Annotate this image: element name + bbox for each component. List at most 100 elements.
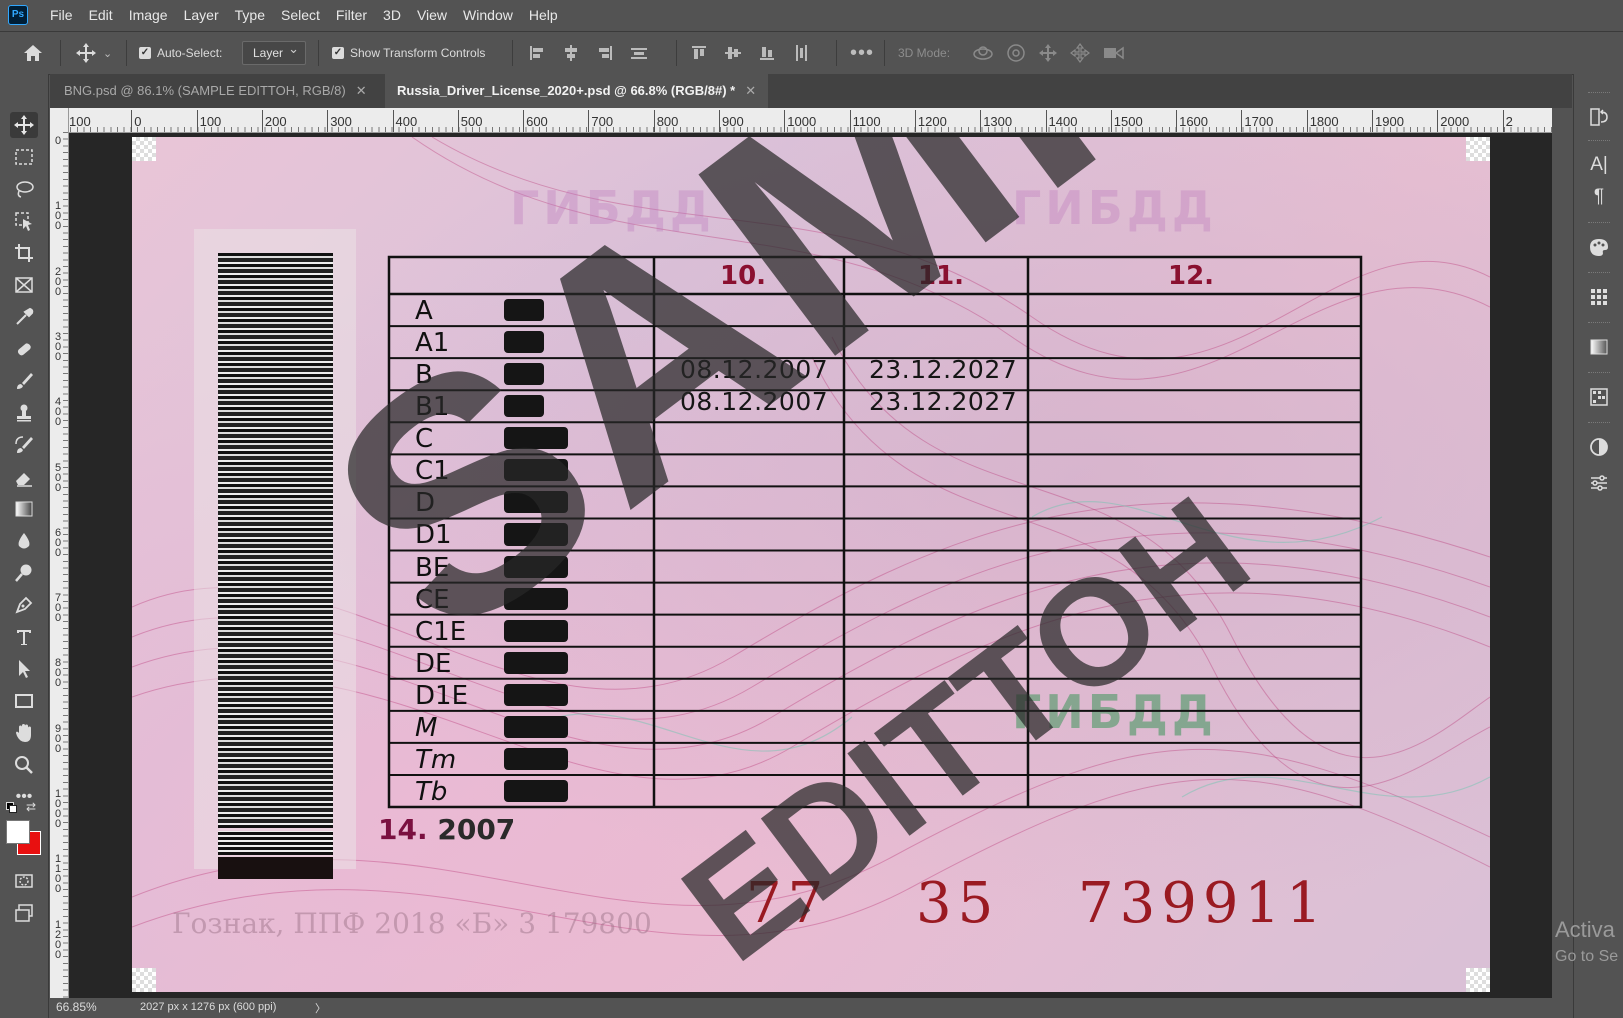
menu-select[interactable]: Select [273, 0, 328, 30]
ruler-label: 100 [199, 114, 222, 129]
menu-file[interactable]: File [42, 0, 81, 30]
close-icon[interactable]: ✕ [356, 83, 367, 98]
dodge-icon[interactable] [10, 560, 38, 586]
roll-3d-icon[interactable] [1006, 43, 1026, 63]
ruler-tick [849, 110, 851, 132]
layer-dropdown[interactable]: Layer [242, 38, 307, 65]
align-vertical-centers-icon[interactable] [724, 44, 742, 62]
quick-mask-icon[interactable] [10, 868, 38, 894]
menu-window[interactable]: Window [455, 0, 521, 30]
ruler-label: 1000 [787, 114, 817, 129]
distribute-vertical-icon[interactable] [630, 44, 648, 62]
foreground-color-swatch[interactable] [6, 820, 30, 844]
frame-icon[interactable] [10, 272, 38, 298]
move-tool-icon[interactable] [10, 112, 38, 138]
history-panel-icon[interactable] [1586, 104, 1612, 130]
eyedropper-icon[interactable] [10, 304, 38, 330]
home-icon[interactable] [22, 32, 44, 74]
screen-mode-icon[interactable] [10, 900, 38, 926]
crop-icon[interactable] [10, 240, 38, 266]
vehicle-pictogram-icon [504, 747, 568, 770]
adjustments-panel-icon[interactable] [1586, 434, 1612, 460]
gradient-icon[interactable] [10, 496, 38, 522]
menu-type[interactable]: Type [227, 0, 273, 30]
document-info: 2027 px x 1276 px (600 ppi) [140, 1001, 277, 1013]
healing-brush-icon[interactable] [10, 336, 38, 362]
clone-stamp-icon[interactable] [10, 400, 38, 426]
ruler-origin[interactable] [50, 108, 69, 133]
history-brush-icon[interactable] [10, 432, 38, 458]
ruler-tick [1241, 110, 1243, 132]
ruler-label: 800 [656, 114, 679, 129]
menu-filter[interactable]: Filter [328, 0, 375, 30]
eraser-icon[interactable] [10, 464, 38, 490]
zoom-icon[interactable] [10, 752, 38, 778]
align-right-edges-icon[interactable] [596, 44, 614, 62]
category-de: DE [415, 648, 452, 679]
menu-3d[interactable]: 3D [375, 0, 409, 30]
show-transform-label: Show Transform Controls [350, 46, 486, 60]
paragraph-panel-icon[interactable]: ¶ [1586, 184, 1612, 210]
zoom-level[interactable]: 66.85% [56, 1000, 97, 1014]
status-menu-arrow-icon[interactable]: 〉 [315, 1000, 326, 1016]
ruler-tick [784, 110, 786, 132]
hand-icon[interactable] [10, 720, 38, 746]
serial-number: 739911 [1078, 871, 1328, 936]
object-selection-icon[interactable] [10, 208, 38, 234]
align-top-edges-icon[interactable] [690, 44, 708, 62]
align-left-edges-icon[interactable] [528, 44, 546, 62]
more-options-icon[interactable]: ••• [850, 32, 874, 74]
field-14-value: 2007 [437, 813, 516, 846]
default-colors-icon[interactable] [6, 802, 17, 813]
pen-icon[interactable] [10, 592, 38, 618]
horizontal-ruler: 100 0 100 200 300 400 500 600 700 800 900 1000 1100 1… [50, 108, 1552, 133]
photoshop-logo: Ps [8, 5, 28, 25]
canvas-workarea[interactable]: ГИБДД ГИБДД ГИБДД 10. 11. 12. A A1 B B1 C C1 D… [69, 133, 1552, 998]
menu-help[interactable]: Help [521, 0, 566, 30]
brush-icon[interactable] [10, 368, 38, 394]
properties-panel-icon[interactable] [1586, 470, 1612, 496]
patterns-panel-icon[interactable] [1586, 384, 1612, 410]
lasso-icon[interactable] [10, 176, 38, 202]
align-bottom-edges-icon[interactable] [758, 44, 776, 62]
gradients-panel-icon[interactable] [1586, 334, 1612, 360]
swap-colors-icon[interactable]: ⇄ [26, 800, 36, 814]
menu-layer[interactable]: Layer [176, 0, 227, 30]
type-tool-icon[interactable] [10, 624, 38, 650]
close-icon[interactable]: ✕ [745, 83, 756, 98]
tab-russia-driver-license[interactable]: Russia_Driver_License_2020+.psd @ 66.8% … [385, 74, 769, 108]
blur-icon[interactable] [10, 528, 38, 554]
3d-mode-label: 3D Mode: [898, 46, 951, 60]
category-tb: Tb [415, 776, 448, 807]
path-selection-icon[interactable] [10, 656, 38, 682]
orbit-3d-icon[interactable] [972, 43, 994, 63]
distribute-horizontal-icon[interactable] [792, 44, 810, 62]
scale-3d-camera-icon[interactable] [1102, 43, 1126, 63]
rectangle-shape-icon[interactable] [10, 688, 38, 714]
show-transform-checkbox[interactable]: ✓ Show Transform Controls [332, 32, 485, 74]
pan-3d-icon[interactable] [1038, 43, 1058, 63]
rectangular-marquee-icon[interactable] [10, 144, 38, 170]
slide-3d-icon[interactable] [1070, 43, 1090, 63]
checkmark-icon: ✓ [139, 47, 151, 59]
document-canvas[interactable]: ГИБДД ГИБДД ГИБДД 10. 11. 12. A A1 B B1 C C1 D… [132, 137, 1490, 992]
move-tool-preset-icon[interactable]: ⌄ [75, 32, 112, 74]
color-palette-icon[interactable] [1586, 234, 1612, 260]
menu-view[interactable]: View [409, 0, 455, 30]
ruler-label: 1500 [1113, 114, 1143, 129]
vertical-ruler: 0 1 0 0 2 0 0 3 0 0 4 0 0 5 0 0 6 0 0 7 0 0 8 0 … [50, 132, 69, 998]
tab-bng-psd[interactable]: BNG.psd @ 86.1% (SAMPLE EDITTOH, RGB/8) ✕ [52, 74, 379, 108]
ruler-tick [1372, 110, 1373, 132]
menu-image[interactable]: Image [121, 0, 176, 30]
ruler-label: 9 0 0 [54, 722, 62, 755]
ruler-label: 600 [526, 114, 548, 129]
ruler-label: 2 [1505, 114, 1513, 129]
ruler-label: 400 [395, 114, 418, 129]
checkmark-icon: ✓ [332, 47, 344, 59]
auto-select-checkbox[interactable]: ✓ Auto-Select: [139, 32, 222, 74]
swatches-panel-icon[interactable] [1586, 284, 1612, 310]
align-horizontal-centers-icon[interactable] [562, 44, 580, 62]
menu-edit[interactable]: Edit [81, 0, 121, 30]
character-panel-icon[interactable]: A| [1586, 152, 1612, 178]
field-14: 14. 2007 [378, 813, 515, 846]
